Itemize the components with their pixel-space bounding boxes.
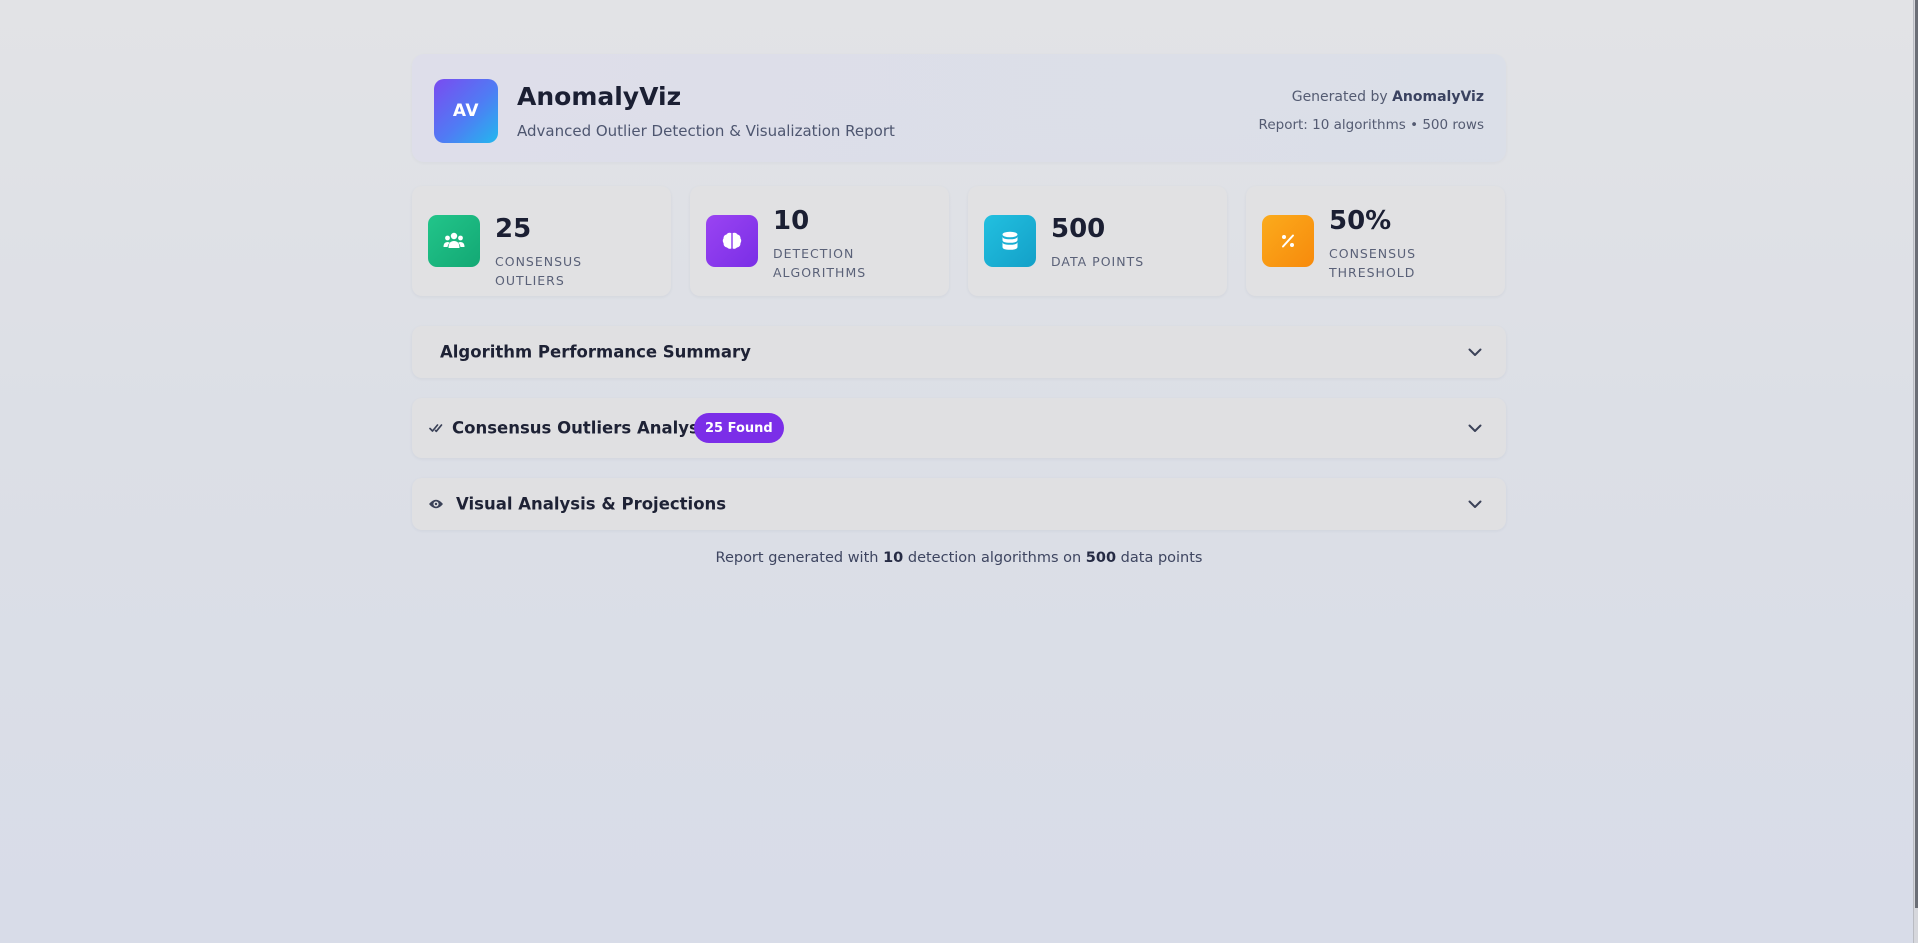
stat-card-consensus-threshold: 50% CONSENSUS THRESHOLD: [1246, 186, 1505, 296]
footer-text: Report generated with: [715, 550, 884, 566]
database-icon: [984, 215, 1036, 267]
stat-label: DETECTION ALGORITHMS: [773, 246, 867, 280]
stat-value: 500: [1051, 214, 1106, 244]
footer-text: detection algorithms on: [903, 550, 1086, 566]
chevron-down-icon[interactable]: [1466, 495, 1484, 513]
report-summary-line: Report: 10 algorithms • 500 rows: [1258, 117, 1484, 133]
stat-card-detection-algorithms: 10 DETECTION ALGORITHMS: [690, 186, 949, 296]
app-subtitle: Advanced Outlier Detection & Visualizati…: [517, 122, 895, 140]
stats-row: 25 CONSENSUS OUTLIERS 10 DETECTION ALGOR…: [412, 186, 1506, 296]
panel-consensus-outliers[interactable]: Consensus Outliers Analysis 25 Found: [412, 398, 1506, 458]
footer-algorithm-count: 10: [883, 550, 904, 566]
panel-algorithm-performance[interactable]: Algorithm Performance Summary: [412, 326, 1506, 378]
found-count-badge: 25 Found: [694, 413, 784, 443]
stat-value: 25: [495, 214, 532, 244]
report-footer-note: Report generated with 10 detection algor…: [412, 550, 1506, 566]
panel-title: Algorithm Performance Summary: [440, 342, 751, 362]
report-container: AV AnomalyViz Advanced Outlier Detection…: [412, 54, 1506, 566]
stat-value: 10: [773, 206, 810, 236]
app-logo: AV: [434, 79, 498, 143]
users-icon: [428, 215, 480, 267]
stat-card-data-points: 500 DATA POINTS: [968, 186, 1227, 296]
footer-point-count: 500: [1085, 550, 1117, 566]
page-scrollbar[interactable]: [1913, 0, 1918, 943]
panel-visual-analysis[interactable]: Visual Analysis & Projections: [412, 478, 1506, 530]
generated-by-line: Generated by AnomalyViz: [1292, 89, 1484, 105]
stat-value: 50%: [1329, 206, 1392, 236]
panel-title: Consensus Outliers Analysis: [452, 418, 715, 438]
double-check-icon: [428, 420, 444, 436]
stat-card-consensus-outliers: 25 CONSENSUS OUTLIERS: [412, 186, 671, 296]
stat-label: DATA POINTS: [1051, 254, 1145, 269]
panel-title: Visual Analysis & Projections: [456, 494, 727, 514]
brain-icon: [706, 215, 758, 267]
report-header: AV AnomalyViz Advanced Outlier Detection…: [412, 54, 1506, 162]
app-title: AnomalyViz: [517, 82, 682, 111]
percent-icon: [1262, 215, 1314, 267]
eye-icon: [428, 496, 444, 512]
chevron-down-icon[interactable]: [1466, 419, 1484, 437]
generated-by-name: AnomalyViz: [1392, 89, 1484, 105]
stat-label: CONSENSUS OUTLIERS: [495, 254, 583, 288]
footer-text: data points: [1116, 550, 1203, 566]
stat-label: CONSENSUS THRESHOLD: [1329, 246, 1417, 280]
generated-by-prefix: Generated by: [1291, 89, 1393, 105]
chevron-down-icon[interactable]: [1466, 343, 1484, 361]
